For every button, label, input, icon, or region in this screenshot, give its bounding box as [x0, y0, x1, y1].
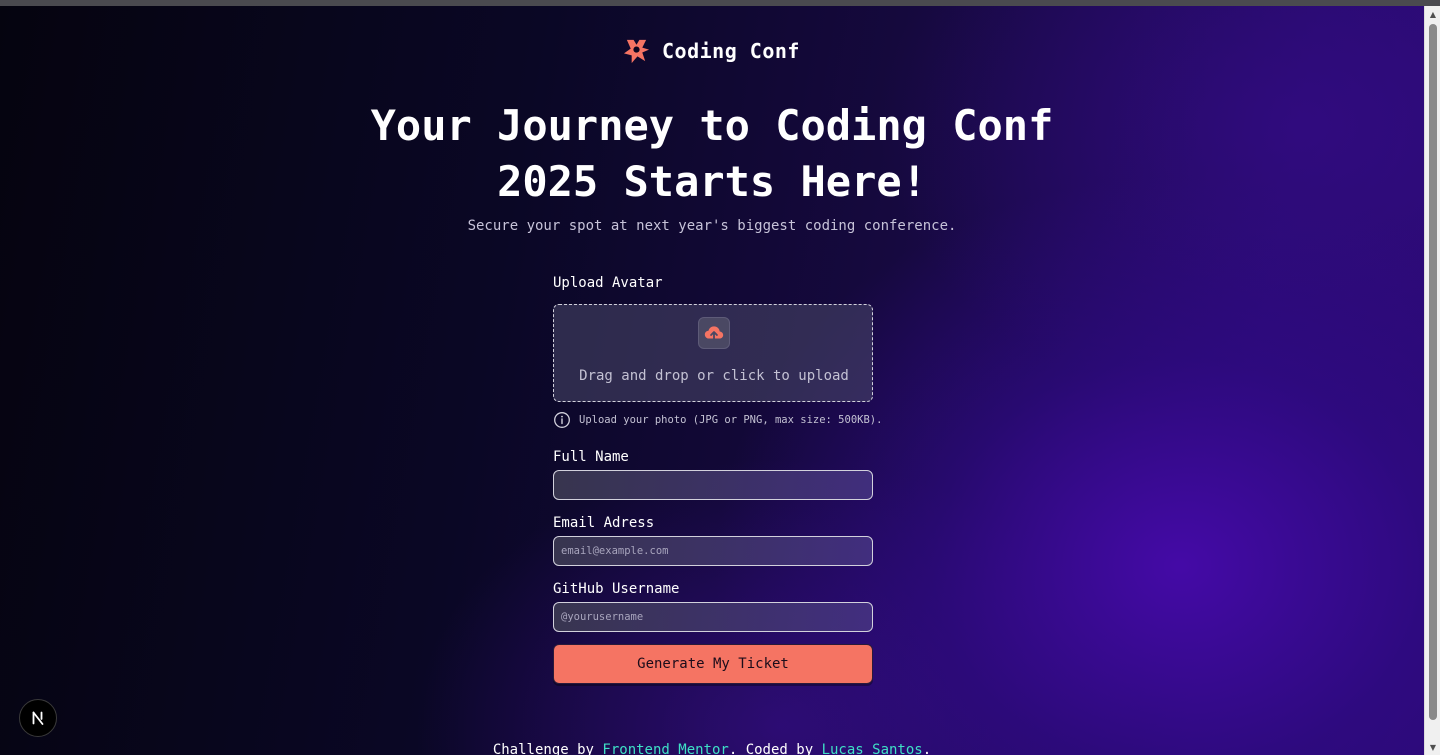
upload-avatar-label: Upload Avatar — [553, 275, 663, 291]
scroll-down-arrow-icon[interactable]: ▼ — [1425, 739, 1440, 755]
github-username-input[interactable] — [553, 602, 873, 632]
scrollbar-thumb[interactable] — [1429, 24, 1437, 720]
page-title-line-2: 2025 Starts Here! — [497, 157, 927, 206]
dropzone-text: Drag and drop or click to upload — [579, 368, 849, 384]
page-subtitle: Secure your spot at next year's biggest … — [467, 218, 957, 234]
site-logo[interactable]: Coding Conf — [623, 36, 800, 66]
upload-icon-box — [698, 317, 730, 349]
page-title-line-1: Your Journey to Coding Conf — [370, 101, 1054, 150]
nextjs-dev-indicator[interactable] — [19, 699, 57, 737]
nextjs-dev-indicator-icon — [32, 711, 44, 725]
upload-cloud-icon — [704, 326, 724, 341]
author-link[interactable]: Lucas Santos — [822, 742, 923, 755]
coding-conf-logo-icon — [623, 39, 650, 63]
generate-ticket-button[interactable]: Generate My Ticket — [553, 644, 873, 684]
full-name-label: Full Name — [553, 449, 629, 465]
avatar-hint-text: Upload your photo (JPG or PNG, max size:… — [579, 414, 883, 426]
footer-attribution: Challenge by Frontend Mentor. Coded by L… — [300, 742, 1124, 755]
info-icon — [554, 412, 570, 428]
footer-suffix: . — [922, 742, 932, 755]
avatar-hint: Upload your photo (JPG or PNG, max size:… — [553, 411, 882, 429]
email-input[interactable] — [553, 536, 873, 566]
logo-text: Coding Conf — [662, 39, 800, 63]
scroll-up-arrow-icon[interactable]: ▲ — [1425, 6, 1440, 22]
vertical-scrollbar[interactable]: ▲ ▼ — [1424, 6, 1440, 755]
github-username-label: GitHub Username — [553, 581, 680, 597]
footer-middle: . Coded by — [728, 742, 822, 755]
page-title: Your Journey to Coding Conf 2025 Starts … — [320, 98, 1104, 210]
avatar-dropzone[interactable]: Drag and drop or click to upload — [553, 304, 873, 402]
email-label: Email Adress — [553, 515, 655, 531]
footer-prefix: Challenge by — [492, 742, 603, 755]
full-name-input[interactable] — [553, 470, 873, 500]
frontend-mentor-link[interactable]: Frontend Mentor — [602, 742, 728, 755]
